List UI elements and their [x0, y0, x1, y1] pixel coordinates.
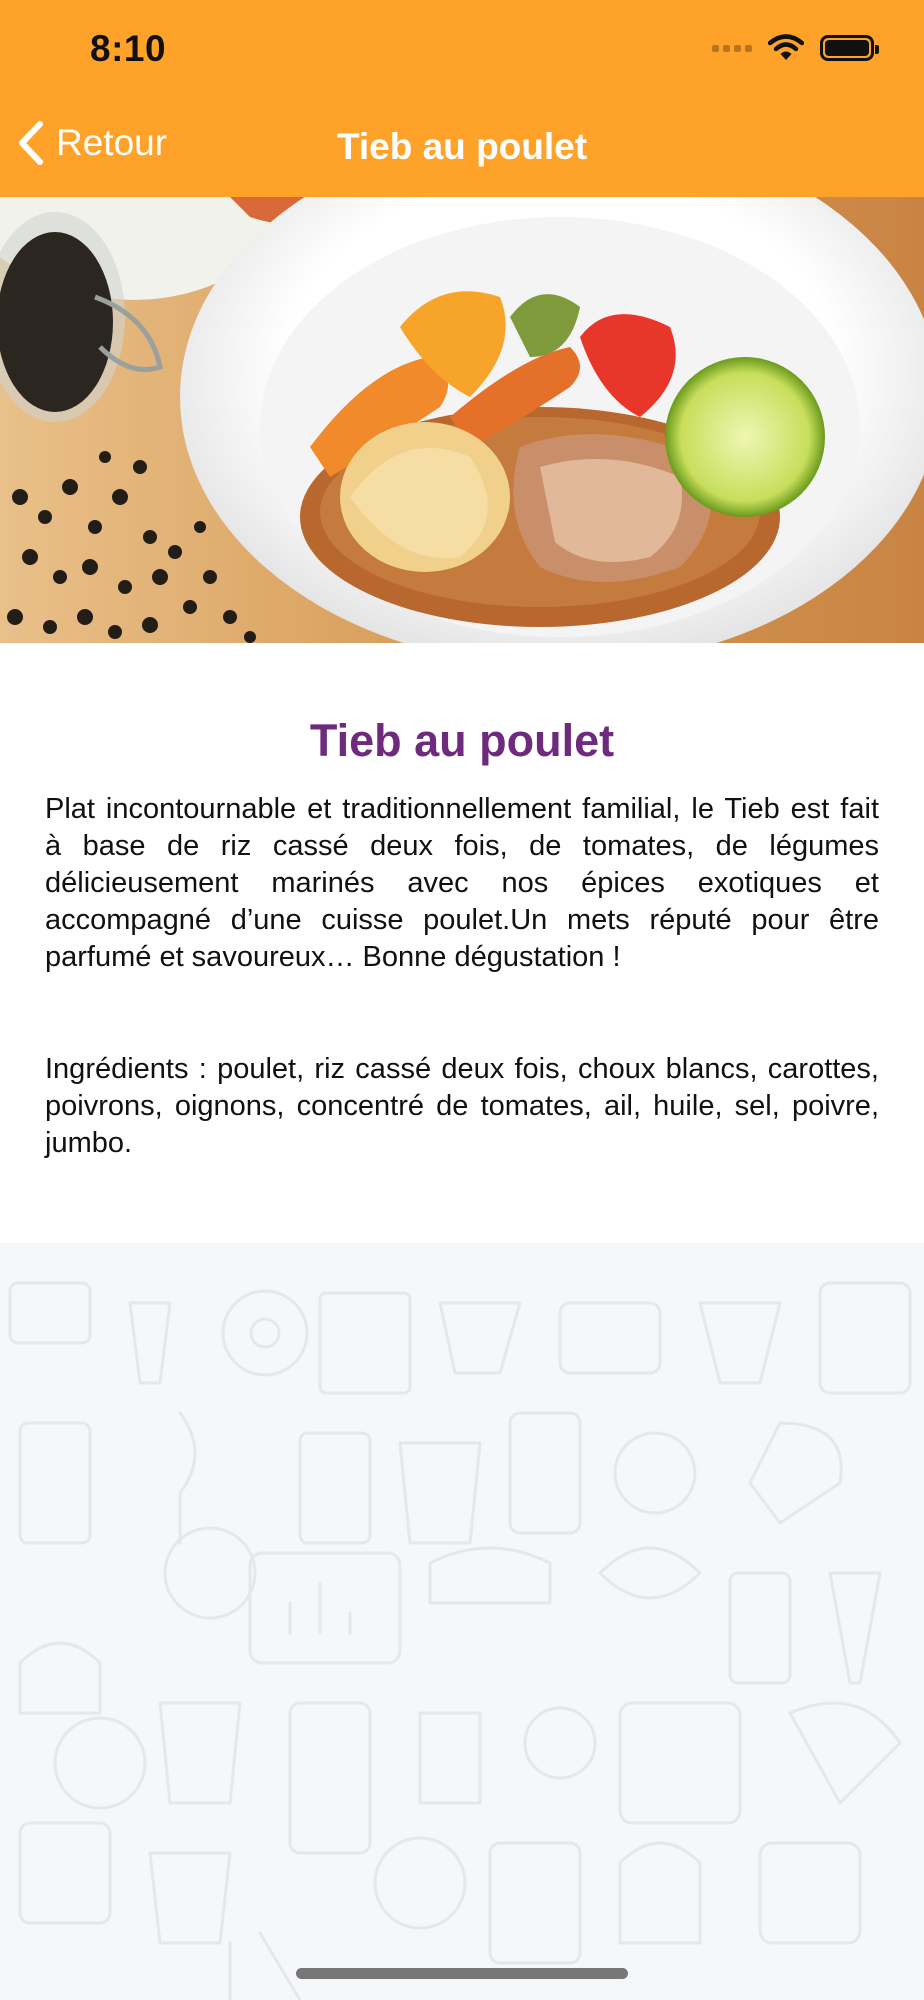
dish-ingredients: Ingrédients : poulet, riz cassé deux foi… — [45, 1053, 879, 1159]
status-icons — [712, 34, 879, 62]
navigation-bar: 8:10 Retour Tieb au poulet — [0, 0, 924, 197]
background-food-pattern — [0, 1243, 924, 2000]
dish-image — [0, 197, 924, 643]
dish-title: Tieb au poulet — [309, 715, 615, 766]
home-indicator — [296, 1968, 628, 1979]
status-time: 8:10 — [90, 28, 167, 69]
dish-details: Tieb au poulet Plat incontournable et tr… — [0, 643, 924, 1243]
page-title: Tieb au poulet — [336, 126, 588, 167]
wifi-icon — [768, 34, 804, 60]
cellular-signal-icon — [712, 44, 752, 52]
battery-icon — [820, 35, 879, 61]
dish-description: Plat incontournable et traditionnellemen… — [45, 793, 879, 973]
